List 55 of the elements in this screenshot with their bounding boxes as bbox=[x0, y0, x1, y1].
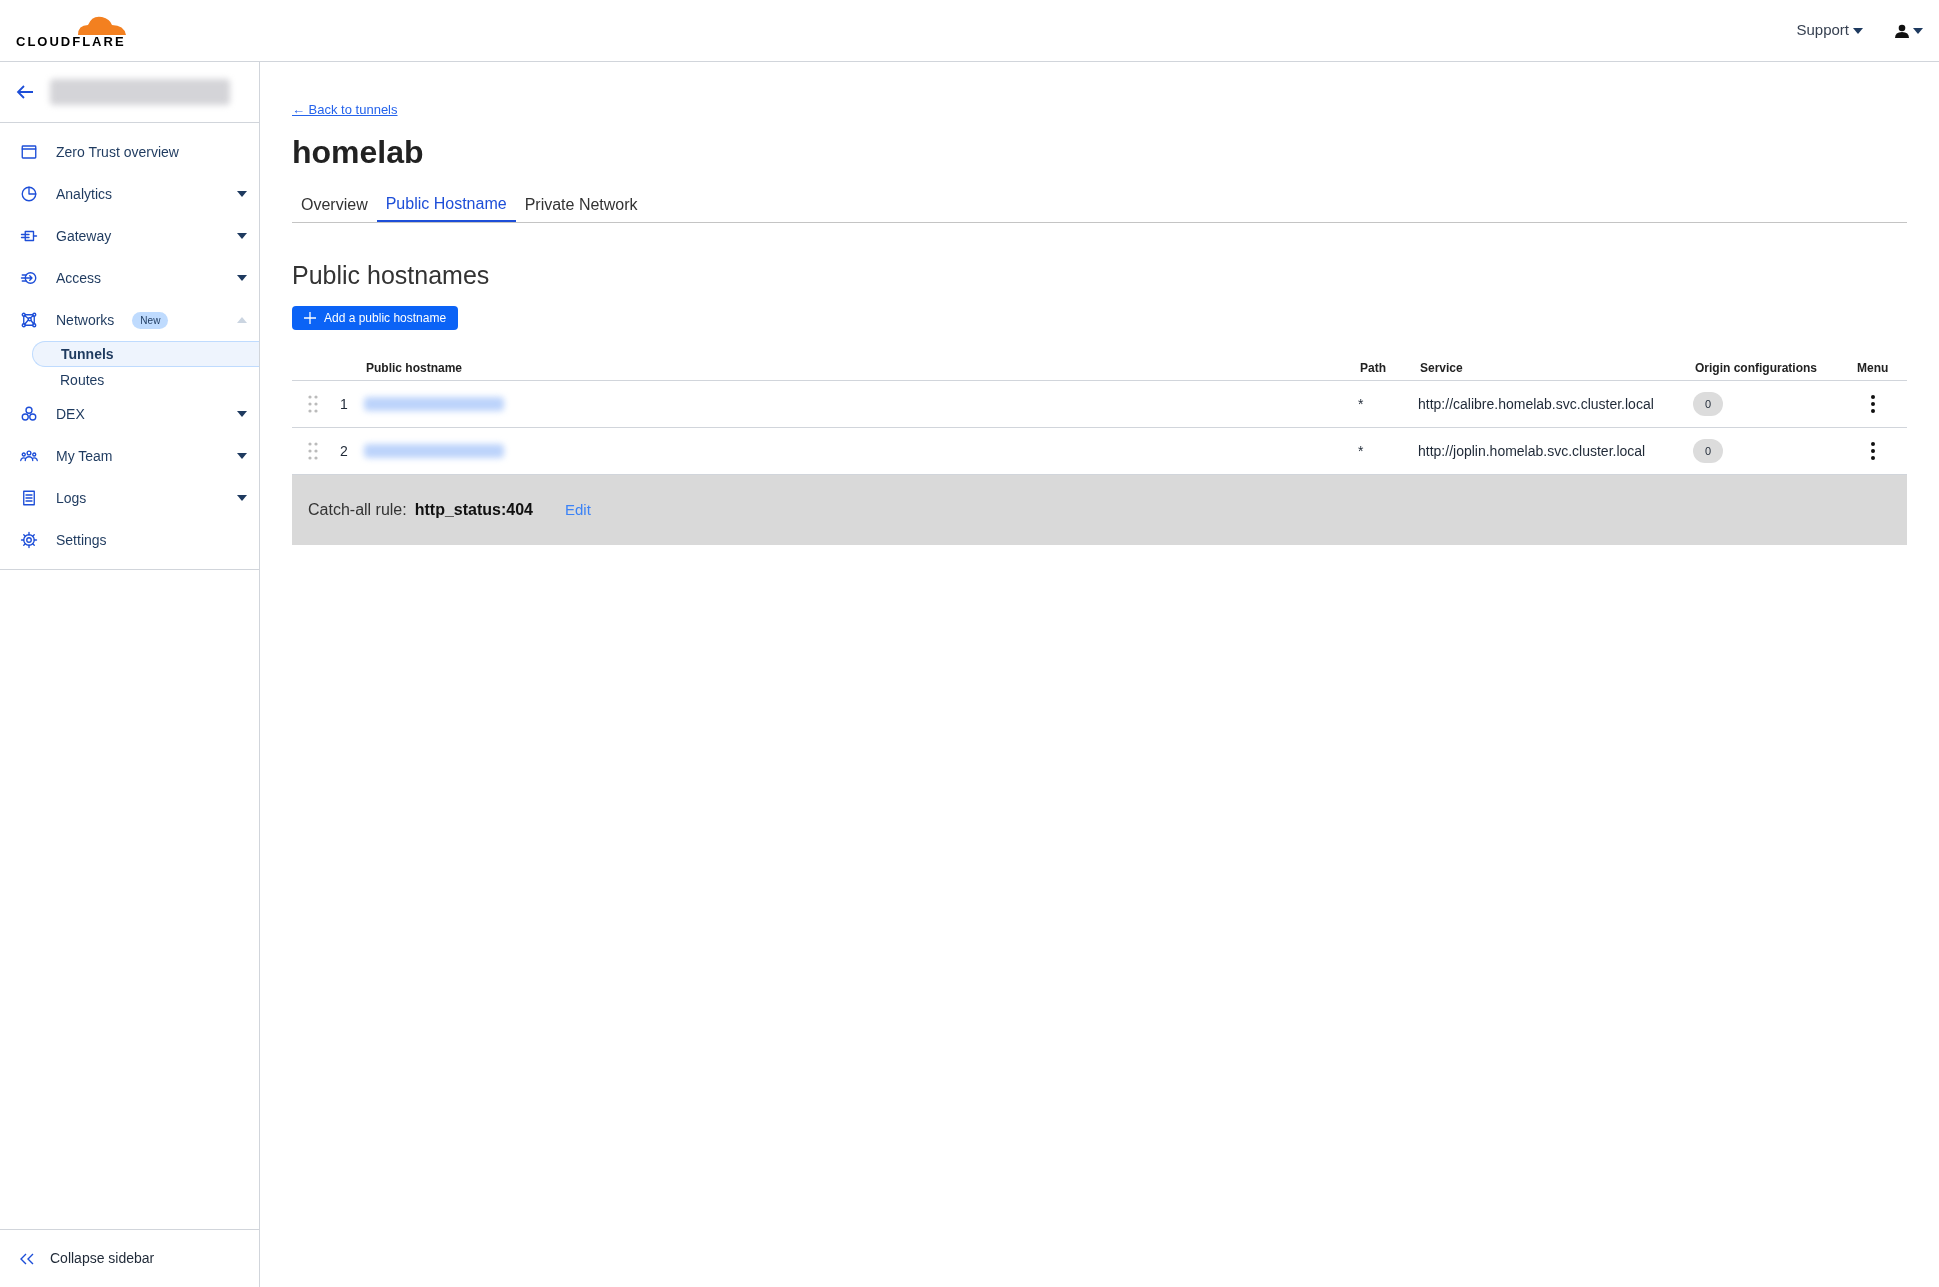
column-header: Path bbox=[1360, 360, 1387, 377]
column-header: Public hostname bbox=[366, 360, 464, 377]
plus-icon bbox=[304, 312, 316, 324]
double-chevron-icon bbox=[20, 1252, 34, 1265]
service-cell-text: http://joplin.homelab.svc.cluster.local bbox=[1418, 441, 1647, 461]
column-header: Menu bbox=[1857, 360, 1889, 377]
sidebar-item[interactable]: DEX bbox=[0, 393, 259, 435]
catch-all-value: http_status:404 bbox=[414, 500, 533, 520]
caret-icon bbox=[1913, 27, 1923, 34]
drag-handle-icon[interactable] bbox=[308, 395, 318, 413]
tab[interactable]: Private Network bbox=[515, 187, 647, 222]
account-menu[interactable] bbox=[1895, 23, 1923, 38]
network-icon bbox=[20, 311, 38, 329]
path-cell-text: * bbox=[1358, 441, 1365, 461]
more-vertical-icon[interactable] bbox=[1870, 441, 1876, 461]
sidebar-item[interactable]: Networks New bbox=[0, 299, 259, 341]
tab[interactable]: Overview bbox=[292, 187, 377, 222]
user-icon bbox=[1895, 23, 1909, 38]
sidebar-item[interactable]: Logs bbox=[0, 477, 259, 519]
sidebar-item[interactable]: My Team bbox=[0, 435, 259, 477]
new-badge: New bbox=[132, 311, 169, 329]
sidebar-item[interactable]: Settings bbox=[0, 519, 259, 561]
back-arrow-icon[interactable] bbox=[16, 84, 34, 100]
column-header: Service bbox=[1420, 360, 1464, 377]
arrow-circle-icon bbox=[20, 269, 38, 287]
back-to-tunnels-link[interactable]: ← Back to tunnels bbox=[292, 100, 398, 120]
sidebar-item[interactable]: Gateway bbox=[0, 215, 259, 257]
sidebar-subitem[interactable]: Tunnels bbox=[32, 341, 259, 367]
service-cell-text: http://calibre.homelab.svc.cluster.local bbox=[1418, 394, 1655, 414]
path-cell-text: * bbox=[1358, 394, 1365, 414]
support-menu[interactable]: Support bbox=[1796, 19, 1863, 42]
caret-icon bbox=[1853, 27, 1863, 34]
page-title: homelab bbox=[292, 132, 425, 172]
origin-count-badge: 0 bbox=[1693, 439, 1723, 463]
column-header: Origin configurations bbox=[1695, 360, 1818, 377]
more-vertical-icon[interactable] bbox=[1870, 394, 1876, 414]
pie-chart-icon bbox=[20, 185, 38, 203]
sidebar-subitem[interactable]: Routes bbox=[32, 367, 259, 393]
window-icon bbox=[20, 143, 38, 161]
document-icon bbox=[20, 489, 38, 507]
hexagons-icon bbox=[20, 405, 38, 423]
collapse-sidebar-button[interactable]: Collapse sidebar bbox=[0, 1229, 259, 1287]
row-number: 2 bbox=[340, 441, 349, 461]
tab[interactable]: Public Hostname bbox=[376, 187, 516, 222]
drag-handle-icon[interactable] bbox=[308, 442, 318, 460]
sidebar-item[interactable]: Access bbox=[0, 257, 259, 299]
section-title: Public hostnames bbox=[292, 259, 491, 291]
cloudflare-logo[interactable]: CLOUDFLARE bbox=[16, 13, 128, 48]
settings-icon bbox=[20, 531, 38, 549]
row-number: 1 bbox=[340, 394, 349, 414]
catch-all-label: Catch-all rule: bbox=[308, 500, 407, 520]
sidebar-item[interactable]: Analytics bbox=[0, 173, 259, 215]
sidebar-item[interactable]: Zero Trust overview bbox=[0, 131, 259, 173]
origin-count-badge: 0 bbox=[1693, 392, 1723, 416]
add-hostname-button[interactable]: Add a public hostname bbox=[292, 306, 459, 330]
